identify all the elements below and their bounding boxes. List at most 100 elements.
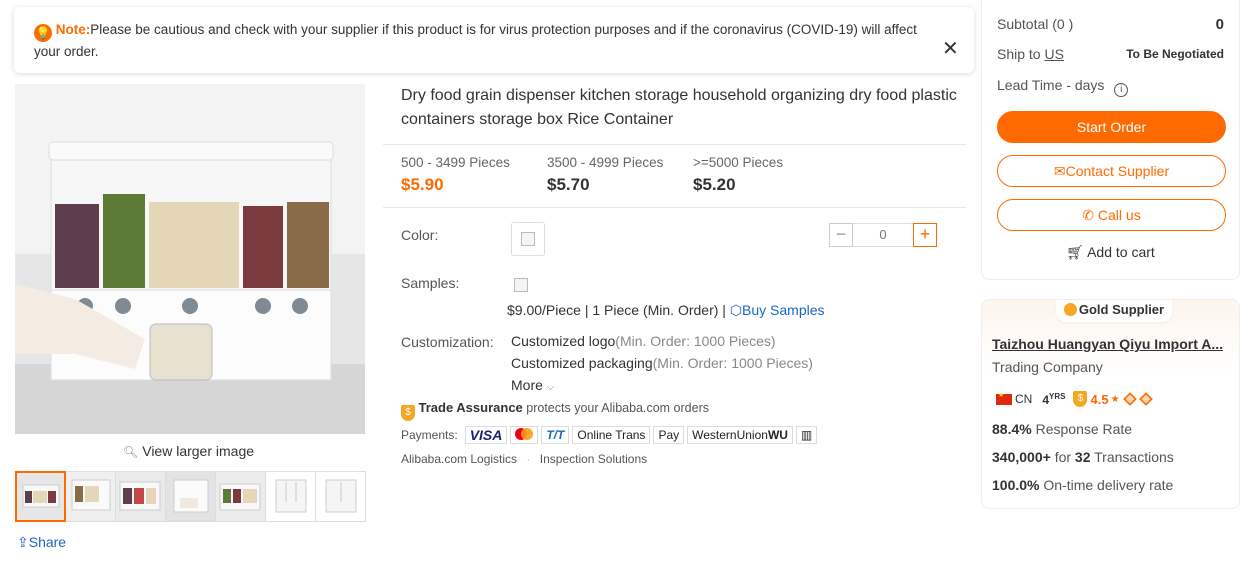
contact-supplier-label: Contact Supplier xyxy=(1065,163,1170,179)
supplier-meta: CN 4YRS $ 4.5 ★ xyxy=(996,391,1153,407)
apple-pay-logo: Pay xyxy=(653,426,685,444)
supplier-card: Gold Supplier Taizhou Huangyan Qiyu Impo… xyxy=(981,299,1240,509)
wu-label: WU xyxy=(767,428,788,442)
thumbnail-2[interactable] xyxy=(65,471,116,522)
transactions-count: 32 xyxy=(1074,449,1091,465)
trade-assurance-shield-icon: $ xyxy=(401,405,415,421)
customization-min: (Min. Order: 1000 Pieces) xyxy=(652,355,813,371)
company-name-link[interactable]: Taizhou Huangyan Qiyu Import A... xyxy=(992,336,1223,352)
thumbnail-4[interactable] xyxy=(165,471,216,522)
ship-to-country[interactable]: US xyxy=(1044,46,1063,62)
mastercard-logo xyxy=(510,426,539,444)
divider xyxy=(383,207,966,208)
transactions-amount: 340,000+ xyxy=(992,449,1051,465)
divider xyxy=(383,144,966,145)
transactions-label: Transactions xyxy=(1094,449,1174,465)
lead-time-row: Lead Time - days i xyxy=(997,77,1224,97)
color-swatch[interactable] xyxy=(511,222,545,256)
country-code: CN xyxy=(1015,392,1033,406)
subtotal-label: Subtotal (0 ) xyxy=(997,16,1074,32)
logistics-link[interactable]: Alibaba.com Logistics xyxy=(401,452,517,466)
sample-info: $9.00/Piece | 1 Piece (Min. Order) | ⬡Bu… xyxy=(507,302,825,319)
price-tier-1: 500 - 3499 Pieces $5.90 xyxy=(401,155,510,195)
box-icon: ⬡ xyxy=(729,302,743,318)
zoom-icon: 🔍︎ xyxy=(123,445,139,459)
western-union-label: WesternUnion xyxy=(692,428,768,442)
increment-button[interactable]: + xyxy=(913,223,937,247)
customization-item: Customized logo(Min. Order: 1000 Pieces) xyxy=(511,333,776,349)
trade-assurance-label[interactable]: Trade Assurance xyxy=(418,400,522,415)
subtotal-row: Subtotal (0 ) 0 xyxy=(997,16,1224,33)
call-us-button[interactable]: ✆ Call us xyxy=(997,199,1226,231)
customization-name: Customized logo xyxy=(511,333,616,349)
shipping-value: To Be Negotiated xyxy=(1126,47,1224,61)
covid-note-banner: 💡 Note:Please be cautious and check with… xyxy=(14,7,974,73)
lead-time-label: Lead Time - days xyxy=(997,77,1105,93)
china-flag-icon xyxy=(996,391,1012,405)
verified-shield-icon: $ xyxy=(1073,391,1088,407)
years-unit: YRS xyxy=(1049,391,1066,401)
view-larger-image-link[interactable]: 🔍︎ View larger image xyxy=(123,443,254,459)
rating-value: 4.5 xyxy=(1090,391,1109,407)
buy-samples-label: Buy Samples xyxy=(742,302,825,318)
samples-label: Samples: xyxy=(401,275,460,291)
view-larger-label: View larger image xyxy=(142,443,255,459)
more-label: More xyxy=(511,377,543,393)
color-label: Color: xyxy=(401,227,439,243)
chevron-down-icon: ⌵ xyxy=(546,382,555,393)
on-time-delivery: 100.0% On-time delivery rate xyxy=(992,477,1173,493)
info-icon[interactable]: i xyxy=(1114,83,1129,97)
boleto-barcode-icon: ▥ xyxy=(795,426,818,444)
separator-dot: · xyxy=(526,452,531,466)
lightbulb-icon: 💡 xyxy=(34,24,52,42)
diamond-icon xyxy=(1122,392,1137,406)
thumbnail-7[interactable] xyxy=(315,471,366,522)
share-label: Share xyxy=(28,534,67,550)
product-thumbnail-icon xyxy=(521,232,535,246)
customization-min: (Min. Order: 1000 Pieces) xyxy=(615,333,776,349)
rice-dispenser-image xyxy=(15,84,365,434)
phone-icon: ✆ xyxy=(1082,207,1095,223)
thumbnail-3[interactable] xyxy=(115,471,166,522)
western-union-logo: WesternUnionWU xyxy=(687,426,793,444)
thumbnail-1[interactable] xyxy=(15,471,66,522)
main-product-image[interactable] xyxy=(15,84,365,434)
buy-samples-link[interactable]: ⬡Buy Samples xyxy=(730,302,825,318)
tt-logo: T/T xyxy=(541,426,570,444)
close-icon[interactable]: ✕ xyxy=(942,39,959,59)
gold-medal-icon xyxy=(1063,303,1077,316)
contact-supplier-button[interactable]: ✉Contact Supplier xyxy=(997,155,1226,187)
payment-methods: Payments: VISA T/T Online Trans Pay West… xyxy=(401,426,818,444)
tier-qty: >=5000 Pieces xyxy=(693,155,784,170)
transactions: 340,000+ for 32 Transactions xyxy=(992,449,1174,465)
apple-pay-label: Pay xyxy=(658,428,680,442)
quantity-stepper: − 0 + xyxy=(829,223,937,247)
sample-swatch[interactable] xyxy=(511,275,531,295)
thumbnail-6[interactable] xyxy=(265,471,316,522)
note-text: Please be cautious and check with your s… xyxy=(34,22,917,59)
logistics-links: Alibaba.com Logistics · Inspection Solut… xyxy=(401,452,647,466)
share-link[interactable]: ⇪Share xyxy=(17,534,66,551)
thumbnail-strip xyxy=(15,471,366,522)
start-order-button[interactable]: Start Order xyxy=(997,111,1226,143)
add-to-cart-link[interactable]: 🛒︎ Add to cart xyxy=(997,244,1224,261)
trade-assurance-text: protects your Alibaba.com orders xyxy=(526,401,709,415)
star-icon: ★ xyxy=(1110,393,1120,405)
transactions-for: for xyxy=(1054,449,1072,465)
tier-price: $5.20 xyxy=(693,175,736,194)
online-transfer-logo: Online Trans xyxy=(572,426,651,444)
thumbnail-5[interactable] xyxy=(215,471,266,522)
sample-price-text: $9.00/Piece | 1 Piece (Min. Order) | xyxy=(507,302,726,318)
envelope-icon: ✉ xyxy=(1053,163,1066,179)
inspection-link[interactable]: Inspection Solutions xyxy=(540,452,647,466)
tier-qty: 500 - 3499 Pieces xyxy=(401,155,510,170)
mastercard-icon xyxy=(515,428,534,440)
call-us-label: Call us xyxy=(1097,207,1141,223)
response-rate-value: 88.4% xyxy=(992,421,1032,437)
note-label: Note: xyxy=(55,22,91,37)
product-title: Dry food grain dispenser kitchen storage… xyxy=(401,87,957,128)
quantity-input[interactable]: 0 xyxy=(853,223,913,247)
decrement-button[interactable]: − xyxy=(829,223,853,247)
product-thumbnail-icon xyxy=(514,278,528,292)
more-toggle[interactable]: More ⌵ xyxy=(511,377,554,393)
